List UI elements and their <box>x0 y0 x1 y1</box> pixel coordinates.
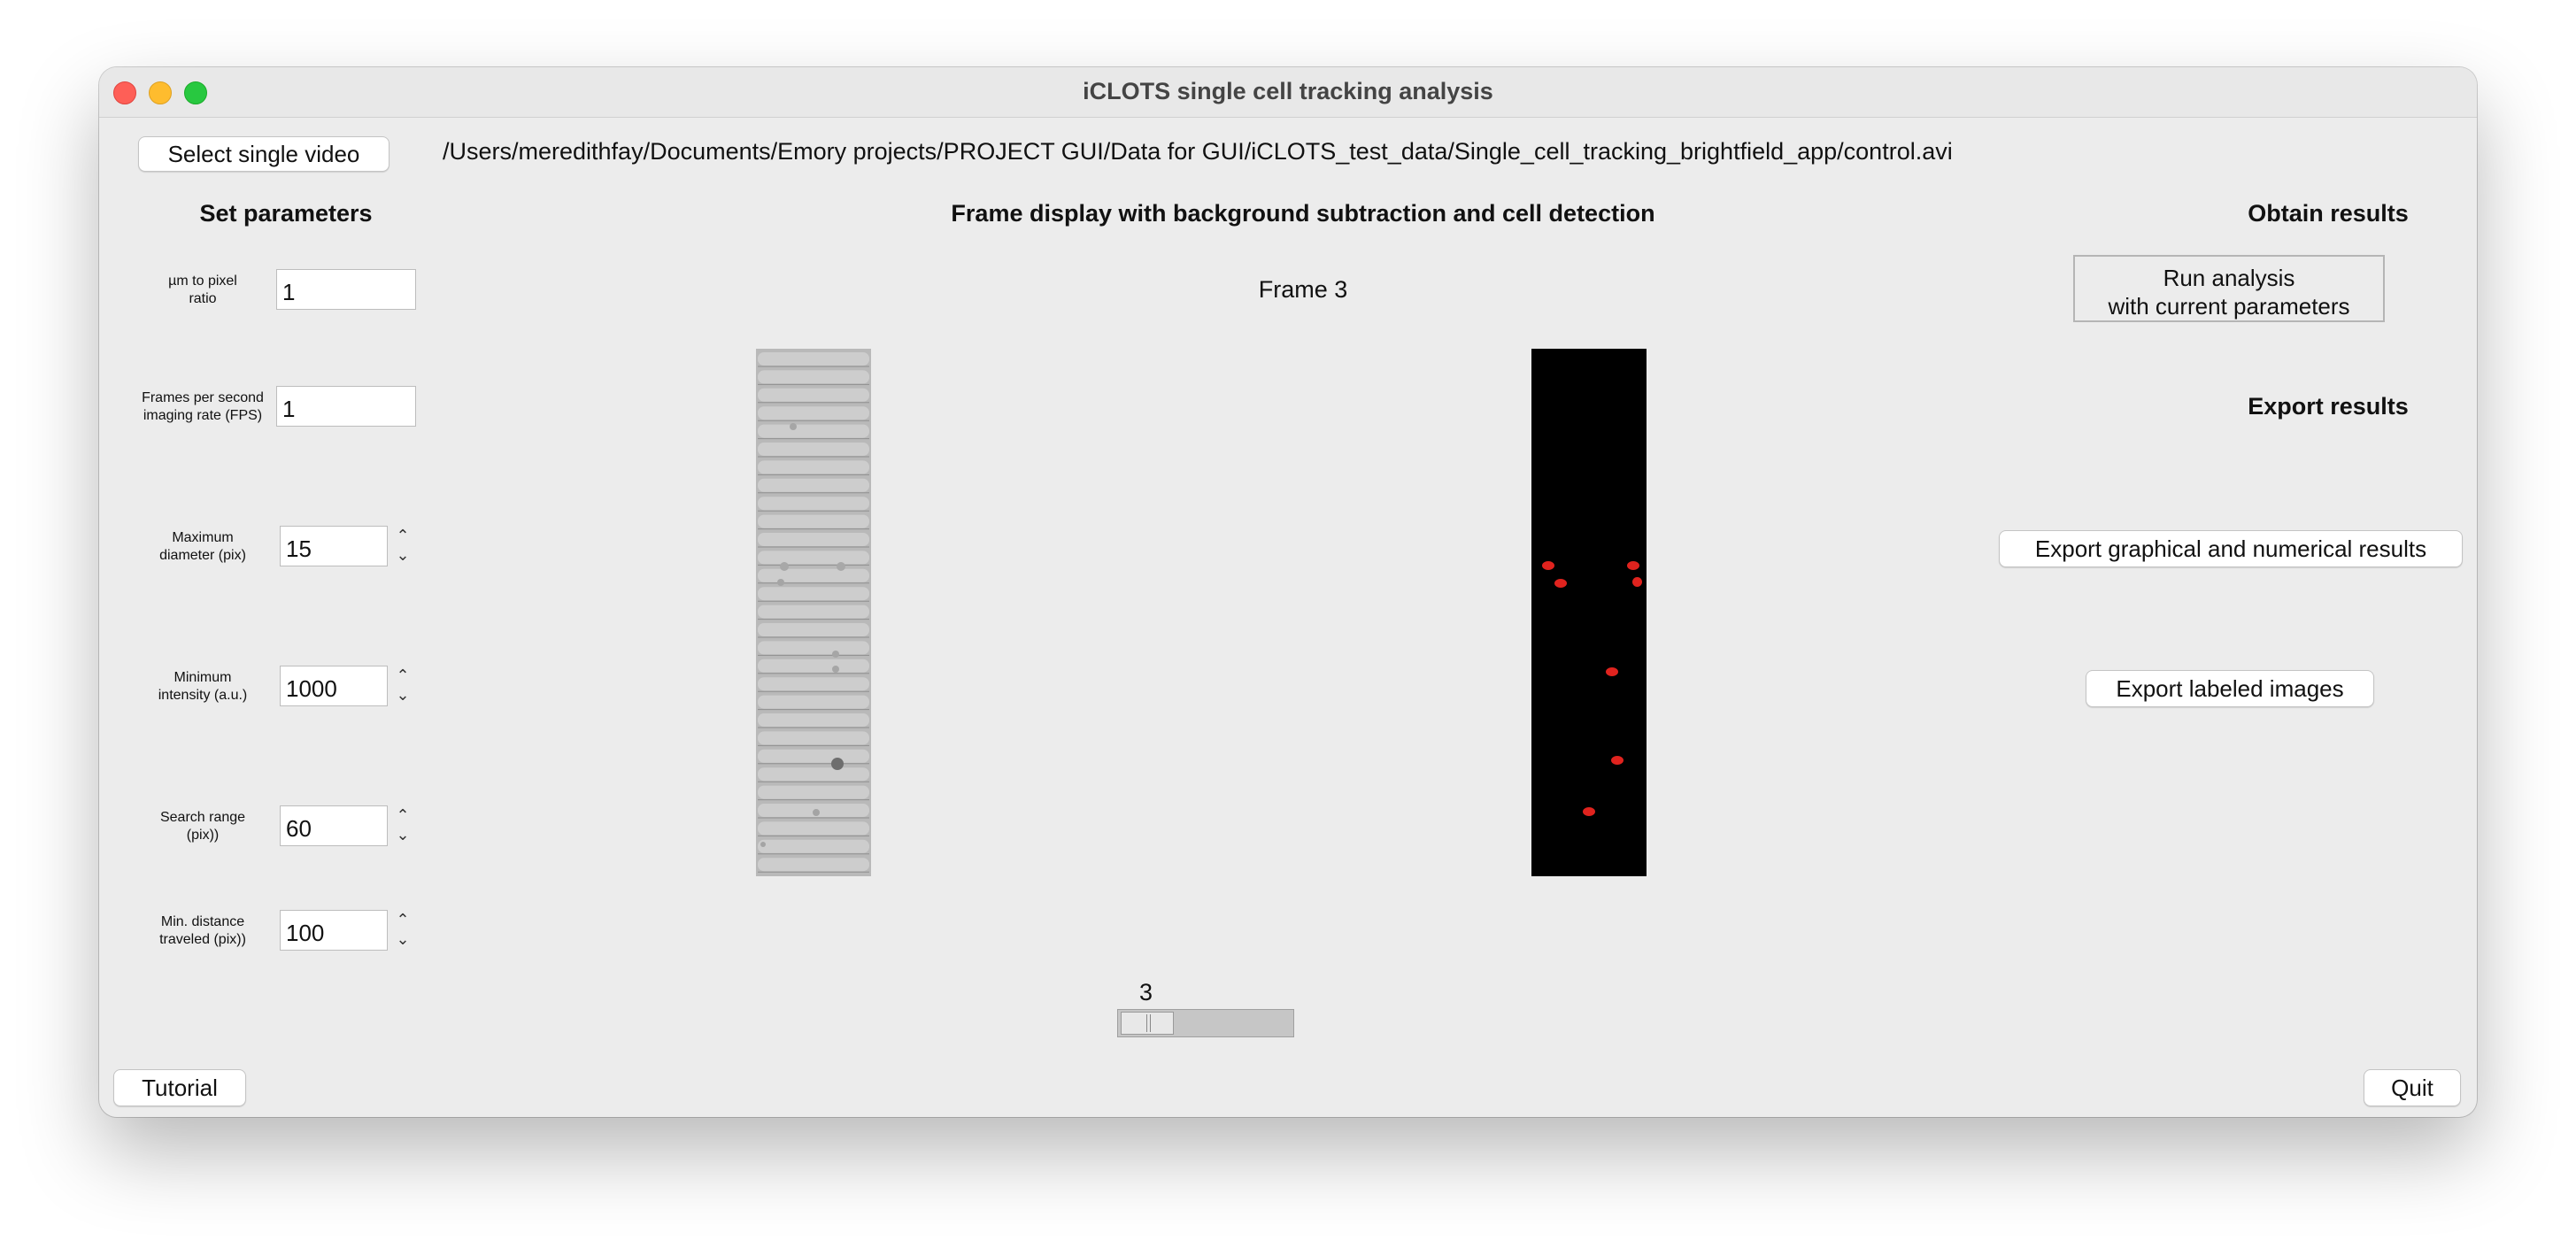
stepper-up-icon[interactable]: ⌃ <box>391 666 414 685</box>
param-label-um-pixel: µm to pixel ratio <box>127 273 278 308</box>
param-label-fps: Frames per second imaging rate (FPS) <box>127 389 278 425</box>
cell-detection-marker <box>1606 667 1618 676</box>
channel-stripe <box>758 497 869 511</box>
param-label-line: (pix)) <box>186 828 220 843</box>
channel-stripe <box>758 839 869 853</box>
stepper-up-icon[interactable]: ⌃ <box>391 526 414 545</box>
param-label-line: imaging rate (FPS) <box>143 408 263 423</box>
cell-detection-marker <box>1554 579 1567 588</box>
channel-stripe <box>758 443 869 456</box>
param-label-line: µm to pixel <box>168 273 237 289</box>
channel-stripe <box>758 623 869 636</box>
channel-stripe <box>758 659 869 673</box>
min-intensity-input[interactable] <box>280 666 388 706</box>
channel-stripe <box>758 551 869 565</box>
frame-slider-handle[interactable] <box>1121 1012 1174 1035</box>
cell-detection-marker <box>1627 561 1639 570</box>
channel-stripe <box>758 785 869 799</box>
channel-stripe <box>758 767 869 782</box>
channel-stripe <box>758 533 869 546</box>
um-pixel-ratio-input[interactable] <box>276 269 416 310</box>
fps-input[interactable] <box>276 386 416 427</box>
channel-stripe <box>758 641 869 655</box>
detection-frame-image <box>1531 349 1647 876</box>
frame-label: Frame 3 <box>1258 276 1348 303</box>
cell-detection-marker <box>1632 577 1642 587</box>
param-label-line: Search range <box>159 810 246 825</box>
channel-stripe <box>758 478 869 492</box>
channel-stripe <box>758 406 869 420</box>
export-labeled-images-button[interactable]: Export labeled images <box>2086 670 2374 707</box>
channel-stripe <box>758 460 869 474</box>
stepper-arrows-icon[interactable]: ⌃ ⌄ <box>391 910 414 951</box>
param-label-line: Maximum <box>172 530 234 545</box>
channel-stripe <box>758 587 869 601</box>
param-label-max-diameter: Maximum diameter (pix) <box>127 529 278 565</box>
channel-stripe <box>758 713 869 727</box>
channel-stripe <box>758 749 869 763</box>
quit-button[interactable]: Quit <box>2364 1069 2461 1106</box>
run-analysis-button[interactable]: Run analysis with current parameters <box>2073 255 2385 322</box>
stepper-arrows-icon[interactable]: ⌃ ⌄ <box>391 805 414 846</box>
window-title: iCLOTS single cell tracking analysis <box>1083 78 1493 104</box>
param-label-min-distance: Min. distance traveled (pix)) <box>127 913 278 949</box>
select-video-button[interactable]: Select single video <box>138 136 389 172</box>
channel-stripe <box>758 677 869 691</box>
stepper-up-icon[interactable]: ⌃ <box>391 910 414 929</box>
channel-stripe <box>758 731 869 745</box>
param-label-line: diameter (pix) <box>159 548 246 563</box>
channel-stripe <box>758 605 869 619</box>
stepper-down-icon[interactable]: ⌄ <box>391 825 414 844</box>
search-range-input[interactable] <box>280 805 388 846</box>
param-label-line: intensity (a.u.) <box>158 688 248 703</box>
stepper-down-icon[interactable]: ⌄ <box>391 545 414 565</box>
channel-stripe <box>758 352 869 366</box>
stepper-arrows-icon[interactable]: ⌃ ⌄ <box>391 666 414 706</box>
stepper-down-icon[interactable]: ⌄ <box>391 929 414 949</box>
run-analysis-label-line: with current parameters <box>2108 293 2350 320</box>
stepper-arrows-icon[interactable]: ⌃ ⌄ <box>391 526 414 566</box>
frame-slider-value: 3 <box>1139 979 1153 1005</box>
brightfield-frame-render <box>756 349 871 876</box>
app-window: iCLOTS single cell tracking analysis Sel… <box>99 67 2477 1117</box>
param-label-line: Frames per second <box>142 390 264 405</box>
param-label-line: Min. distance <box>160 914 245 929</box>
channel-stripe <box>758 388 869 402</box>
cell-detection-marker <box>1583 807 1595 816</box>
param-label-min-intensity: Minimum intensity (a.u.) <box>127 669 278 705</box>
channel-stripe <box>758 568 869 582</box>
channel-stripe <box>758 821 869 836</box>
channel-stripe <box>758 424 869 438</box>
channel-stripe <box>758 695 869 709</box>
obtain-results-heading: Obtain results <box>2248 200 2409 227</box>
file-path: /Users/meredithfay/Documents/Emory proje… <box>443 138 1953 165</box>
export-graphical-numerical-button[interactable]: Export graphical and numerical results <box>1999 530 2463 567</box>
run-analysis-label-line: Run analysis <box>2163 265 2295 291</box>
channel-stripe <box>758 514 869 528</box>
display-heading: Frame display with background subtractio… <box>951 200 1655 227</box>
stepper-down-icon[interactable]: ⌄ <box>391 685 414 705</box>
stepper-up-icon[interactable]: ⌃ <box>391 805 414 825</box>
param-label-search-range: Search range (pix)) <box>127 809 278 844</box>
export-results-heading: Export results <box>2248 393 2409 420</box>
max-diameter-input[interactable] <box>280 526 388 566</box>
channel-stripe <box>758 858 869 872</box>
parameters-heading: Set parameters <box>199 200 373 227</box>
cell-detection-marker <box>1542 561 1554 570</box>
tutorial-button[interactable]: Tutorial <box>113 1069 246 1106</box>
param-label-line: traveled (pix)) <box>159 932 246 947</box>
cell-detection-marker <box>1611 756 1623 765</box>
title-bar: iCLOTS single cell tracking analysis <box>99 67 2477 118</box>
min-distance-input[interactable] <box>280 910 388 951</box>
channel-stripe <box>758 370 869 384</box>
param-label-line: Minimum <box>174 670 232 685</box>
param-label-line: ratio <box>189 291 217 306</box>
brightfield-frame-image <box>756 349 871 876</box>
